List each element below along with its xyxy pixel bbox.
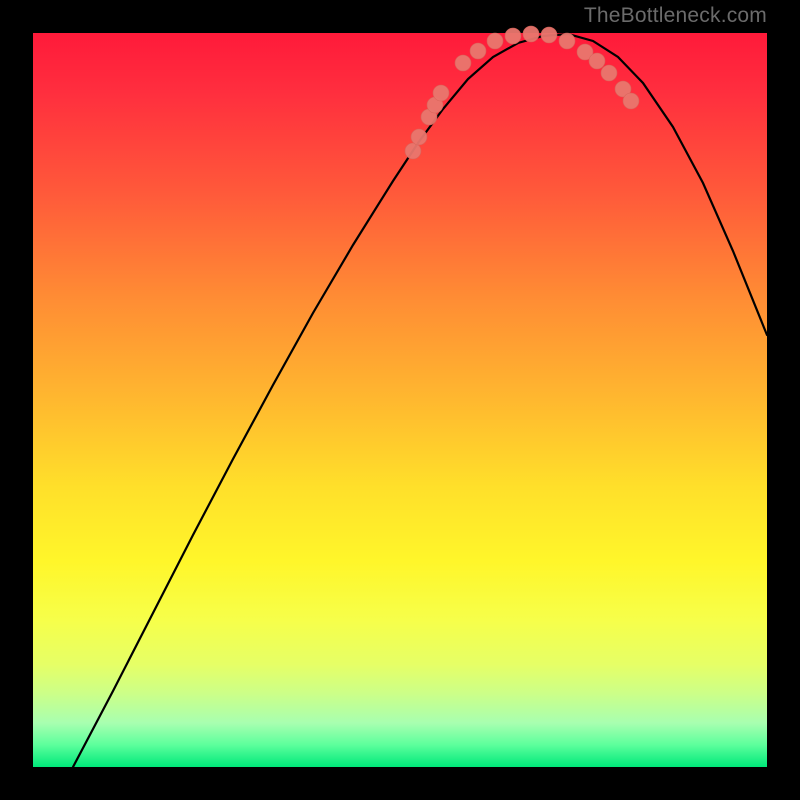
watermark-text: TheBottleneck.com (584, 4, 767, 28)
scatter-point (523, 26, 539, 42)
scatter-point (487, 33, 503, 49)
chart-svg (33, 33, 767, 767)
scatter-point (541, 27, 557, 43)
scatter-point (559, 33, 575, 49)
scatter-point (470, 43, 486, 59)
scatter-point (505, 28, 521, 44)
scatter-group (405, 26, 639, 159)
scatter-point (589, 53, 605, 69)
scatter-point (601, 65, 617, 81)
scatter-point (433, 85, 449, 101)
scatter-point (455, 55, 471, 71)
scatter-point (623, 93, 639, 109)
chart-frame: TheBottleneck.com (0, 0, 800, 800)
scatter-point (405, 143, 421, 159)
scatter-point (411, 129, 427, 145)
